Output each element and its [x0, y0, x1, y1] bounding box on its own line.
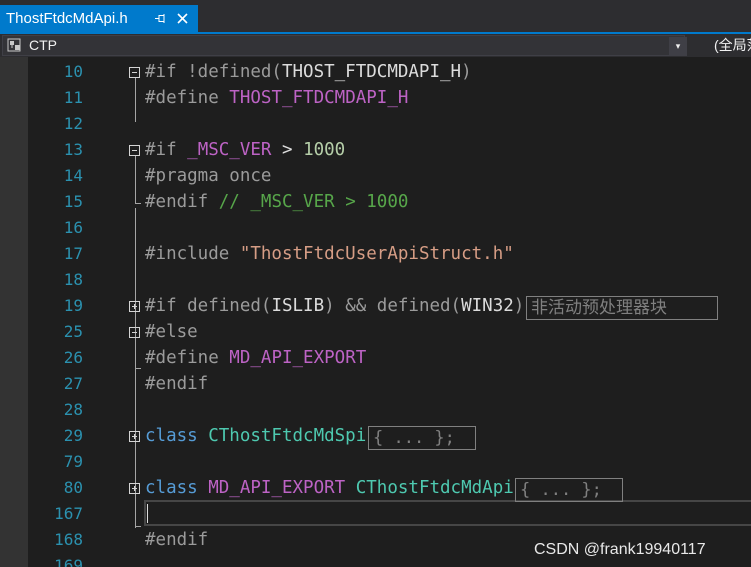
code-token: #define: [145, 348, 230, 368]
code-token: ISLIB: [271, 296, 325, 316]
code-token: #include: [145, 244, 240, 264]
code-editor[interactable]: 10 11 12 13 14 15 16 17 18 19 25 26 27 2…: [0, 57, 751, 567]
code-token: ): [461, 62, 472, 82]
code-token: ): [513, 296, 525, 316]
code-token: #if: [145, 140, 188, 160]
code-line[interactable]: #endif: [145, 371, 208, 397]
scope-label: CTP: [29, 37, 57, 53]
outline-guide: [135, 338, 136, 368]
watermark: CSDN @frank19940117: [534, 541, 706, 558]
line-number: 17: [63, 244, 83, 263]
line-number: 13: [63, 140, 83, 159]
line-number: 19: [63, 296, 83, 315]
code-token: 1000: [303, 140, 346, 160]
line-number: 80: [63, 478, 83, 497]
document-tab-strip: ThostFtdcMdApi.h: [0, 0, 751, 32]
code-line[interactable]: #if _MSC_VER > 1000: [145, 137, 345, 163]
collapse-toggle-icon[interactable]: [129, 145, 140, 156]
code-token: THOST_FTDCMDAPI_H: [229, 88, 409, 108]
collapsed-region-inactive-preprocessor[interactable]: 非活动预处理器块: [526, 296, 718, 320]
code-line[interactable]: class CThostFtdcMdSpi: [145, 423, 366, 449]
collapse-toggle-icon[interactable]: [129, 327, 140, 338]
code-line[interactable]: #define MD_API_EXPORT: [145, 345, 366, 371]
code-token: #if !defined(: [145, 62, 282, 82]
code-token: #endif: [145, 192, 219, 212]
code-token: MD_API_EXPORT: [229, 348, 367, 368]
outline-guide: [135, 526, 141, 527]
line-number: 79: [63, 452, 83, 471]
line-number: 12: [63, 114, 83, 133]
code-token: THOST_FTDCMDAPI_H: [281, 62, 462, 82]
collapse-toggle-icon[interactable]: [129, 67, 140, 78]
outline-guide: [135, 203, 141, 204]
code-line[interactable]: #else: [145, 319, 198, 345]
document-tab[interactable]: ThostFtdcMdApi.h: [0, 5, 198, 32]
navigation-bar: CTP ▾ (全局范: [0, 34, 751, 57]
collapsed-region-class-body[interactable]: { ... };: [515, 478, 623, 502]
code-token: class: [145, 478, 209, 498]
code-token: "ThostFtdcUserApiStruct.h": [239, 244, 514, 264]
code-line[interactable]: #include "ThostFtdcUserApiStruct.h": [145, 241, 514, 267]
code-line[interactable]: #pragma once: [145, 163, 271, 189]
code-token: WIN32: [461, 296, 514, 316]
collapsed-region-class-body[interactable]: { ... };: [368, 426, 476, 450]
line-number: 28: [63, 400, 83, 419]
code-token: _MSC_VER: [187, 140, 272, 160]
pin-icon[interactable]: [152, 5, 168, 32]
close-tab-icon[interactable]: [174, 5, 192, 32]
outline-guide: [135, 78, 136, 122]
tab-title: ThostFtdcMdApi.h: [6, 10, 128, 27]
code-line[interactable]: class MD_API_EXPORT CThostFtdcMdApi: [145, 475, 514, 501]
text-caret: [147, 504, 148, 523]
code-line[interactable]: #if defined(ISLIB) && defined(WIN32): [145, 293, 524, 319]
line-number: 11: [63, 88, 83, 107]
line-number: 15: [63, 192, 83, 211]
line-number: 10: [63, 62, 83, 81]
line-number: 168: [54, 530, 83, 549]
code-line[interactable]: #define THOST_FTDCMDAPI_H: [145, 85, 408, 111]
code-token: CThostFtdcMdSpi: [208, 426, 367, 446]
code-token: #else: [145, 322, 198, 342]
code-token: >: [271, 140, 304, 160]
line-number: 27: [63, 374, 83, 393]
line-number: 29: [63, 426, 83, 445]
code-token: #pragma once: [145, 166, 272, 186]
code-line[interactable]: #endif: [145, 527, 208, 553]
code-line[interactable]: #endif // _MSC_VER > 1000: [145, 189, 408, 215]
outline-guide: [135, 368, 141, 369]
code-token: CThostFtdcMdApi: [355, 478, 514, 498]
expand-toggle-icon[interactable]: [129, 483, 140, 494]
code-token: #if defined(: [145, 296, 272, 316]
current-line-highlight: [144, 500, 751, 526]
code-token: MD_API_EXPORT: [208, 478, 346, 498]
line-number: 14: [63, 166, 83, 185]
scope-dropdown[interactable]: CTP ▾: [2, 35, 687, 56]
line-number: 25: [63, 322, 83, 341]
line-number: 169: [54, 556, 83, 567]
project-icon: [7, 38, 23, 53]
code-token: class: [145, 426, 209, 446]
line-number: 167: [54, 504, 83, 523]
line-number: 16: [63, 218, 83, 237]
member-dropdown[interactable]: (全局范: [714, 34, 751, 57]
code-token: #define: [145, 88, 230, 108]
code-token: ) && defined(: [324, 296, 462, 316]
outline-guide: [135, 156, 136, 204]
expand-toggle-icon[interactable]: [129, 301, 140, 312]
code-token: #endif: [145, 374, 209, 394]
code-line[interactable]: #if !defined(THOST_FTDCMDAPI_H): [145, 59, 472, 85]
code-token: #endif: [145, 530, 209, 550]
indicator-margin: [0, 57, 28, 567]
code-token: // _MSC_VER > 1000: [218, 192, 409, 212]
expand-toggle-icon[interactable]: [129, 431, 140, 442]
line-number: 26: [63, 348, 83, 367]
chevron-down-icon[interactable]: ▾: [669, 37, 687, 56]
line-number: 18: [63, 270, 83, 289]
